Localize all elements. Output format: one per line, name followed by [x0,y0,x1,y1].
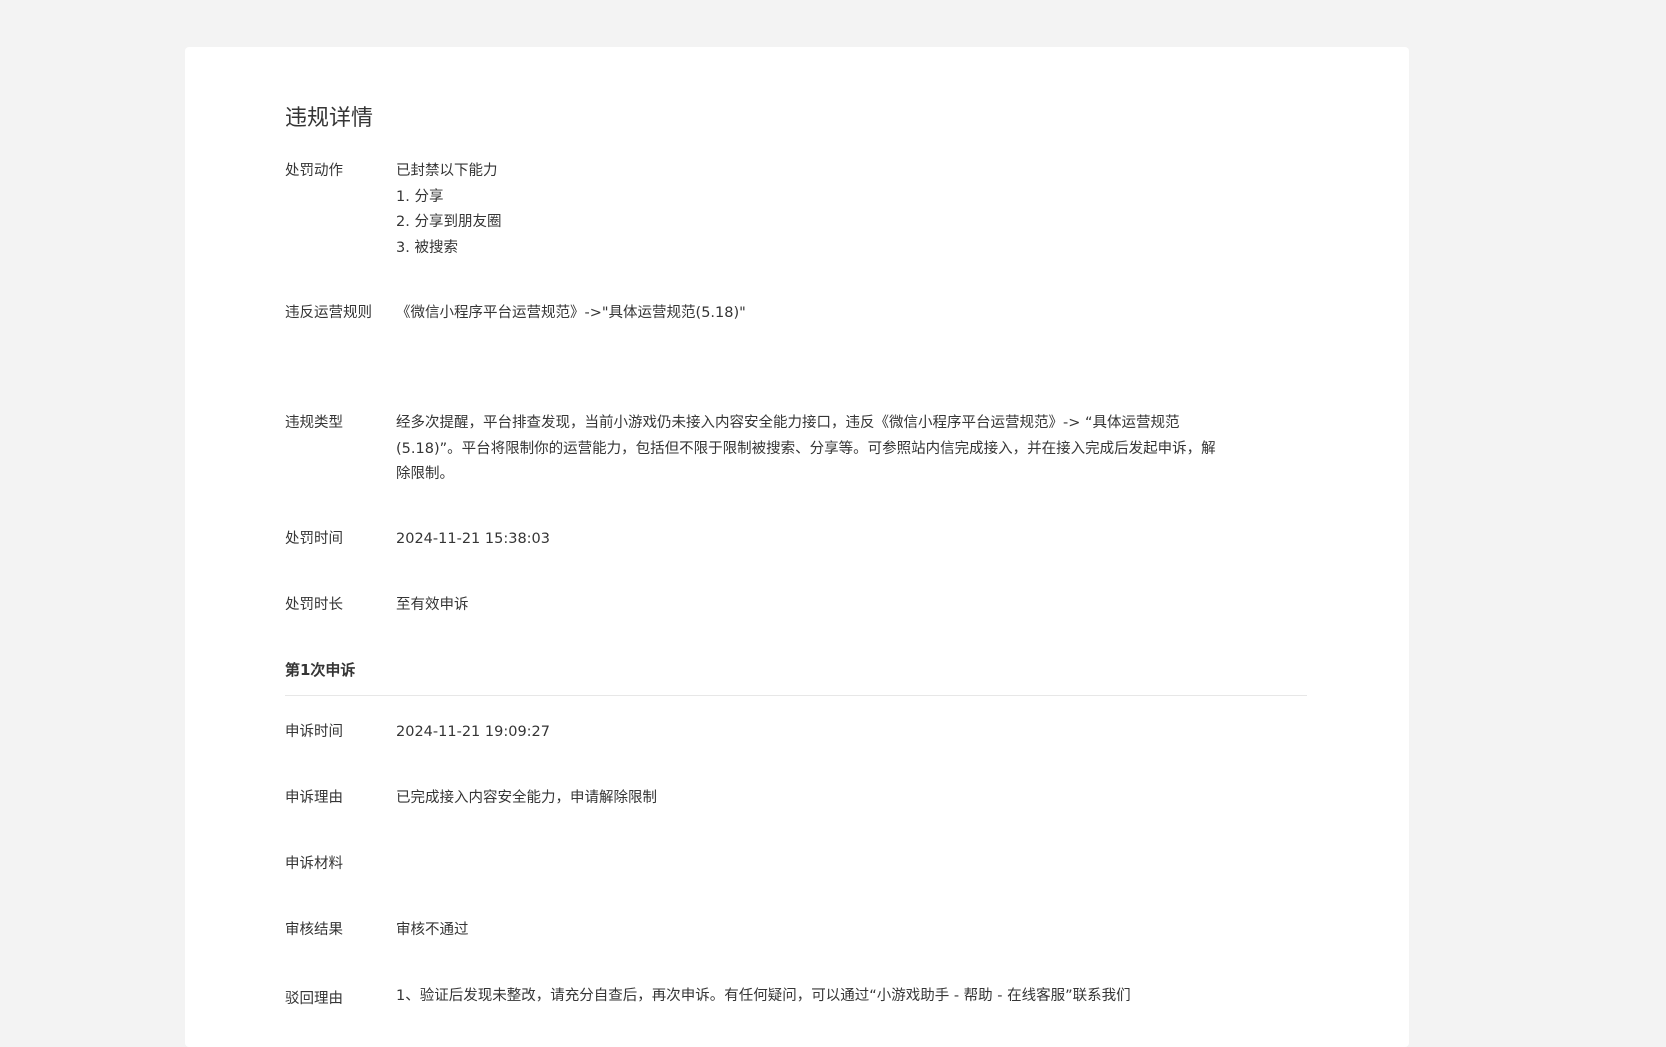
appeal-time-value: 2024-11-21 19:09:27 [396,724,550,740]
penalty-time-value: 2024-11-21 15:38:03 [396,531,550,547]
violated-rule-link[interactable]: 《微信小程序平台运营规范》->"具体运营规范(5.18)" [396,301,1296,327]
appeal-time-label: 申诉时间 [285,724,343,740]
violation-type-line: 经多次提醒，平台排查发现，当前小游戏仍未接入内容安全能力接口，违反《微信小程序平… [396,415,1180,431]
violation-type-label: 违规类型 [285,415,343,431]
section-divider [285,695,1307,696]
reject-reason-label: 驳回理由 [285,991,343,1007]
reject-reason-value: 1、验证后发现未整改，请充分自查后，再次申诉。有任何疑问，可以通过“小游戏助手 … [396,988,1131,1004]
review-result-value: 审核不通过 [396,922,469,938]
review-result-label: 审核结果 [285,922,343,938]
appeal-reason-label: 申诉理由 [285,790,343,806]
penalty-action-line: 3. 被搜索 [396,239,458,256]
violation-type-line: (5.18)”。平台将限制你的运营能力，包括但不限于限制被搜索、分享等。可参照站… [396,440,1216,457]
penalty-time-label: 处罚时间 [285,531,343,547]
appeal-section-title: 第1次申诉 [285,661,356,679]
penalty-action-line: 2. 分享到朋友圈 [396,214,502,230]
appeal-materials-label: 申诉材料 [285,856,343,872]
violation-type-line: 除限制。 [396,466,454,482]
penalty-action-line: 已封禁以下能力 [396,163,498,179]
violation-type-value: 经多次提醒，平台排查发现，当前小游戏仍未接入内容安全能力接口，违反《微信小程序平… [396,411,1296,488]
penalty-duration-label: 处罚时长 [285,597,343,613]
penalty-action-value: 已封禁以下能力 1. 分享 2. 分享到朋友圈 3. 被搜索 [396,159,1296,261]
violated-rule-label: 违反运营规则 [285,305,372,321]
page-title: 违规详情 [285,106,374,131]
violation-detail-card: 违规详情 处罚动作 已封禁以下能力 1. 分享 2. 分享到朋友圈 3. 被搜索… [185,47,1409,1047]
penalty-action-line: 1. 分享 [396,188,444,205]
penalty-duration-value: 至有效申诉 [396,597,469,613]
appeal-reason-value: 已完成接入内容安全能力，申请解除限制 [396,790,657,806]
penalty-action-label: 处罚动作 [285,163,343,179]
